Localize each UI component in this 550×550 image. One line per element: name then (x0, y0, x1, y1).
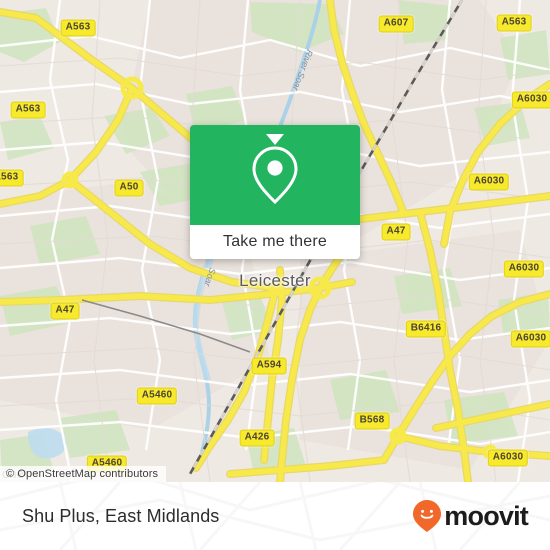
callout-action-button[interactable]: Take me there (190, 225, 360, 259)
city-label-leicester: Leicester (239, 271, 311, 290)
road-shield: A6030 (487, 449, 529, 467)
moovit-brand[interactable]: moovit (412, 499, 529, 533)
road-shield: A6030 (511, 91, 550, 109)
road-shield: B6416 (405, 320, 447, 338)
map-pin-icon (252, 146, 298, 205)
road-shield: A5460 (136, 387, 178, 405)
location-title: Shu Plus, East Midlands (22, 505, 220, 526)
road-shield: A6030 (468, 173, 510, 191)
footer-bar: Shu Plus, East Midlands moovit (0, 482, 550, 550)
road-shield: A607 (378, 15, 414, 33)
road-shield: A6030 (503, 260, 545, 278)
take-me-there-callout[interactable]: Take me there (190, 125, 360, 259)
road-shield: A50 (114, 179, 144, 197)
road-shield: A47 (381, 223, 411, 241)
map-screenshot: River Soar Soar A563A563A563A50A607A563A… (0, 0, 550, 550)
moovit-smiley-pin-icon (413, 500, 442, 532)
road-shield: B568 (354, 412, 390, 430)
callout-pointer (266, 134, 284, 145)
road-shield: A563 (0, 169, 24, 187)
road-shield: A563 (10, 101, 46, 119)
road-shield: A426 (239, 429, 275, 447)
osm-attribution[interactable]: © OpenStreetMap contributors (0, 466, 167, 482)
osm-attribution-text: © OpenStreetMap contributors (6, 468, 159, 480)
road-shield: A563 (496, 14, 532, 32)
callout-action-label: Take me there (223, 233, 327, 250)
road-shield: A6030 (510, 330, 550, 348)
road-shield: A563 (60, 19, 96, 37)
road-shield: A47 (50, 302, 80, 320)
moovit-wordmark: moovit (444, 500, 529, 531)
road-shield: A594 (251, 357, 287, 375)
